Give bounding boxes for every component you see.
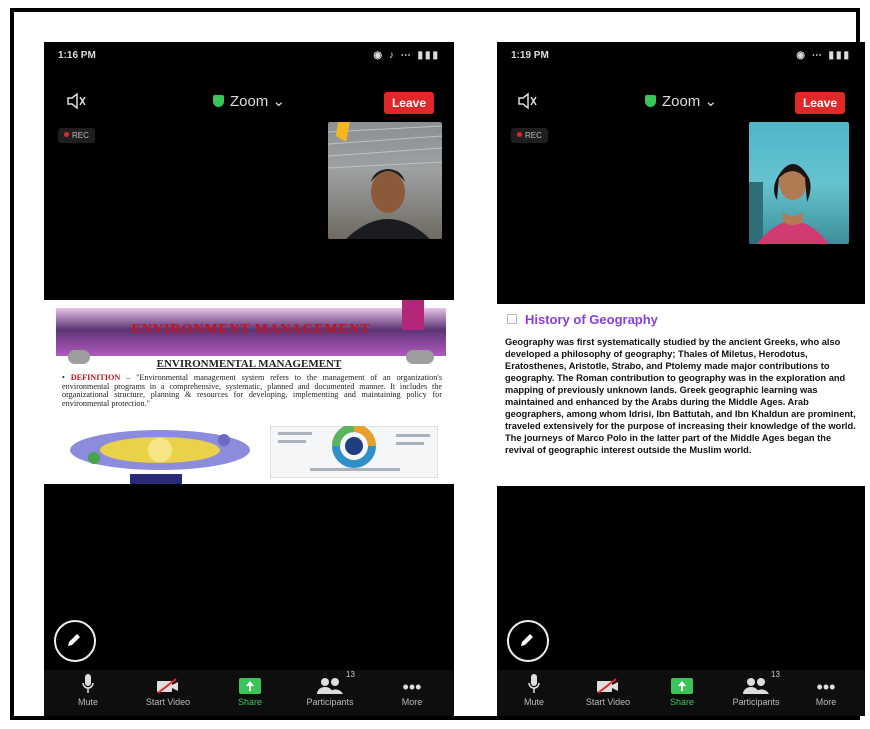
meeting-toolbar: Mute Start Video Share 13 Participants •… bbox=[497, 670, 865, 716]
slide-body: Geography was first systematically studi… bbox=[505, 337, 856, 455]
participant-video[interactable] bbox=[749, 122, 849, 244]
person-video-image bbox=[328, 122, 442, 239]
status-bar: 1:16 PM ◉ ♪ ⋯ ▮▮▮ bbox=[44, 42, 454, 70]
leave-button[interactable]: Leave bbox=[794, 92, 845, 114]
more-button[interactable]: ••• More bbox=[372, 672, 452, 707]
slide-definition: • DEFINITION – "Environmental management… bbox=[62, 373, 443, 408]
participants-count: 13 bbox=[346, 670, 355, 679]
microphone-icon bbox=[82, 674, 94, 693]
meeting-title-label: Zoom bbox=[661, 93, 701, 110]
record-dot-icon bbox=[64, 132, 69, 137]
start-video-label: Start Video bbox=[145, 697, 191, 707]
chevron-down-icon: ⌄ bbox=[272, 93, 286, 110]
mute-label: Mute bbox=[77, 697, 98, 707]
participants-label: Participants bbox=[732, 697, 780, 707]
record-dot-icon bbox=[517, 132, 522, 137]
more-dots-icon: ••• bbox=[816, 677, 836, 697]
annotate-button[interactable] bbox=[507, 620, 549, 662]
pencil-icon bbox=[68, 634, 80, 646]
shield-icon bbox=[644, 95, 656, 107]
meeting-top-bar: Zoom ⌄ Leave bbox=[44, 86, 454, 120]
share-button[interactable]: Share bbox=[210, 672, 290, 707]
annotate-button[interactable] bbox=[54, 620, 96, 662]
start-video-button[interactable]: Start Video bbox=[128, 672, 208, 707]
mute-label: Mute bbox=[523, 697, 544, 707]
phone-right: 1:19 PM ◉ ⋯ ▮▮▮ Zoom ⌄ Leave REC History… bbox=[497, 42, 865, 716]
rec-label: REC bbox=[72, 131, 89, 140]
status-time: 1:16 PM bbox=[58, 50, 96, 61]
shield-icon bbox=[212, 95, 224, 107]
share-label: Share bbox=[237, 697, 263, 707]
slide-heading: ENVIRONMENTAL MANAGEMENT bbox=[156, 358, 342, 370]
start-video-button[interactable]: Start Video bbox=[571, 672, 645, 707]
participants-button[interactable]: 13 Participants bbox=[719, 670, 793, 707]
share-button[interactable]: Share bbox=[645, 672, 719, 707]
participants-count: 13 bbox=[771, 670, 780, 679]
meeting-title-label: Zoom bbox=[229, 93, 269, 110]
chevron-down-icon: ⌄ bbox=[704, 93, 718, 110]
shared-screen: ENVIRONMENT MANAGEMENT ENVIRONMENTAL MAN… bbox=[44, 300, 454, 484]
status-icons: ◉ ⋯ ▮▮▮ bbox=[796, 50, 851, 61]
microphone-icon bbox=[528, 674, 540, 693]
status-bar: 1:19 PM ◉ ⋯ ▮▮▮ bbox=[497, 42, 865, 70]
slide-diagram-right bbox=[270, 426, 438, 478]
screenshot-frame: 1:16 PM ◉ ♪ ⋯ ▮▮▮ Zoom ⌄ Leave REC ENVIR… bbox=[10, 8, 865, 720]
more-label: More bbox=[815, 697, 837, 707]
phone-left: 1:16 PM ◉ ♪ ⋯ ▮▮▮ Zoom ⌄ Leave REC ENVIR… bbox=[44, 42, 454, 716]
video-off-icon bbox=[157, 678, 178, 694]
more-dots-icon: ••• bbox=[402, 677, 422, 697]
share-label: Share bbox=[669, 697, 695, 707]
meeting-toolbar: Mute Start Video Share 13 Participants •… bbox=[44, 670, 454, 716]
pencil-icon bbox=[521, 634, 533, 646]
slide-diagram-left bbox=[70, 430, 250, 484]
participants-label: Participants bbox=[306, 697, 354, 707]
recording-indicator: REC bbox=[58, 128, 95, 143]
participants-icon bbox=[743, 678, 769, 694]
share-screen-icon bbox=[239, 678, 261, 694]
checkbox-icon bbox=[507, 314, 517, 324]
status-icons: ◉ ♪ ⋯ ▮▮▮ bbox=[373, 50, 440, 61]
recording-indicator: REC bbox=[511, 128, 548, 143]
mute-button[interactable]: Mute bbox=[48, 672, 128, 707]
slide-title: History of Geography bbox=[525, 312, 658, 327]
status-time: 1:19 PM bbox=[511, 50, 549, 61]
person-video-image bbox=[749, 164, 829, 244]
shared-screen: History of Geography Geography was first… bbox=[497, 304, 865, 486]
slide-banner-title: ENVIRONMENT MANAGEMENT bbox=[131, 322, 371, 337]
more-label: More bbox=[401, 697, 423, 707]
slide-banner: ENVIRONMENT MANAGEMENT bbox=[56, 308, 446, 356]
leave-button[interactable]: Leave bbox=[383, 92, 434, 114]
video-off-icon bbox=[597, 678, 618, 694]
share-screen-icon bbox=[671, 678, 693, 694]
participants-icon bbox=[317, 678, 343, 694]
slide-tab-marker bbox=[402, 300, 424, 330]
mute-button[interactable]: Mute bbox=[497, 672, 571, 707]
meeting-top-bar: Zoom ⌄ Leave bbox=[497, 86, 865, 120]
participants-button[interactable]: 13 Participants bbox=[290, 670, 370, 707]
rec-label: REC bbox=[525, 131, 542, 140]
more-button[interactable]: ••• More bbox=[789, 672, 863, 707]
start-video-label: Start Video bbox=[585, 697, 631, 707]
participant-video[interactable] bbox=[328, 122, 442, 239]
